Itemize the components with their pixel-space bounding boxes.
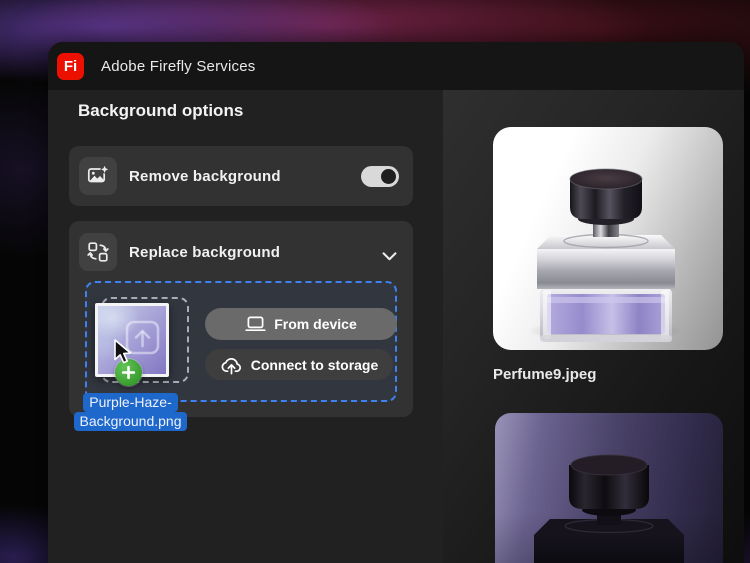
preview-panel: Perfume9.jpeg xyxy=(443,90,744,563)
from-device-button[interactable]: From device xyxy=(205,308,397,340)
connect-to-storage-label: Connect to storage xyxy=(251,357,379,373)
dragged-filename-tag: Purple-Haze- Background.png xyxy=(60,393,201,431)
perfume-image-filename: Perfume9.jpeg xyxy=(493,366,596,383)
dragged-filename-line1: Purple-Haze- xyxy=(83,393,177,412)
toggle-knob xyxy=(381,169,396,184)
remove-background-icon-tile xyxy=(79,157,117,195)
remove-background-label: Remove background xyxy=(129,146,281,206)
pointer-cursor-icon xyxy=(113,339,134,366)
perfume-image-card[interactable] xyxy=(493,127,723,350)
panel-heading: Background options xyxy=(78,101,243,121)
desktop-background: Fi Adobe Firefly Services Background opt… xyxy=(0,0,750,563)
background-dropzone[interactable]: From device Connect to storage xyxy=(85,281,397,402)
remove-background-toggle[interactable] xyxy=(361,166,399,187)
background-options-panel: Background options Remove background xyxy=(48,90,443,563)
cloud-upload-icon xyxy=(220,355,243,375)
perfume-bottle-dark-image xyxy=(495,413,723,563)
laptop-icon xyxy=(245,316,266,332)
chevron-down-icon[interactable] xyxy=(382,248,397,266)
dragged-filename-line2: Background.png xyxy=(74,412,188,431)
replace-background-card: Replace background xyxy=(69,221,413,417)
swap-icon xyxy=(87,241,109,263)
image-sparkle-icon xyxy=(87,165,109,187)
connect-to-storage-button[interactable]: Connect to storage xyxy=(205,349,393,380)
background-preview-card[interactable] xyxy=(495,413,723,563)
firefly-services-window: Fi Adobe Firefly Services Background opt… xyxy=(48,42,744,563)
app-title: Adobe Firefly Services xyxy=(101,58,255,75)
titlebar: Fi Adobe Firefly Services xyxy=(48,42,744,90)
firefly-logo: Fi xyxy=(57,53,84,80)
from-device-label: From device xyxy=(274,316,356,332)
perfume-bottle-image xyxy=(493,127,723,350)
replace-background-label: Replace background xyxy=(129,221,280,283)
remove-background-card: Remove background xyxy=(69,146,413,206)
replace-background-icon-tile xyxy=(79,233,117,271)
